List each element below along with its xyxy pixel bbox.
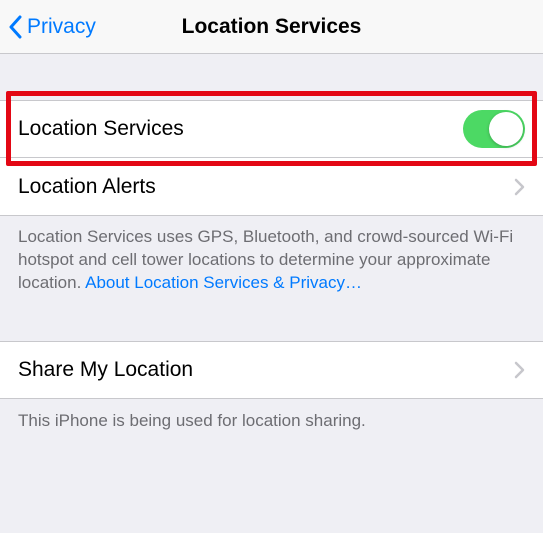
navbar: Privacy Location Services [0,0,543,54]
location-services-label: Location Services [18,117,184,141]
location-services-footer: Location Services uses GPS, Bluetooth, a… [0,216,543,311]
location-alerts-row[interactable]: Location Alerts [0,158,543,216]
share-location-footer: This iPhone is being used for location s… [0,399,543,431]
section-gap [0,54,543,100]
back-label: Privacy [27,15,96,39]
location-services-toggle[interactable] [463,110,525,148]
location-services-row[interactable]: Location Services [0,100,543,158]
chevron-left-icon [8,15,22,39]
share-my-location-row[interactable]: Share My Location [0,341,543,399]
location-alerts-label: Location Alerts [18,175,156,199]
about-location-privacy-link[interactable]: About Location Services & Privacy… [85,273,362,292]
share-my-location-label: Share My Location [18,358,193,382]
switch-knob [489,112,523,146]
highlight-wrapper: Location Services [0,100,543,158]
chevron-right-icon [514,361,525,379]
chevron-right-icon [514,178,525,196]
back-button[interactable]: Privacy [0,15,96,39]
location-services-group: Location Services Location Alerts [0,100,543,216]
section-gap [0,311,543,341]
